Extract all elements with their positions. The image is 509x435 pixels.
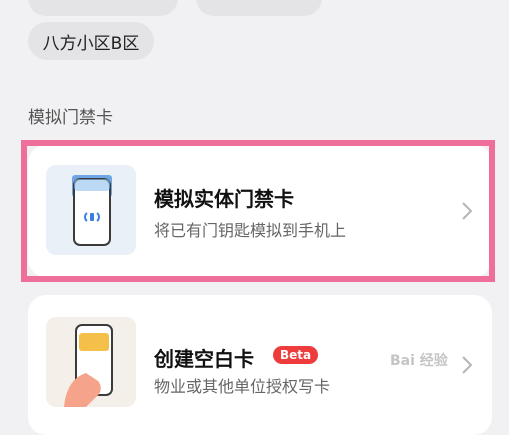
card-title: 模拟实体门禁卡 — [154, 187, 294, 211]
filter-chip[interactable] — [196, 0, 322, 16]
chevron-right-icon — [462, 202, 473, 220]
beta-badge: Beta — [273, 346, 319, 364]
simulate-physical-card-item[interactable]: 模拟实体门禁卡 将已有门钥匙模拟到手机上 — [28, 145, 492, 277]
card-subtitle: 物业或其他单位授权写卡 — [154, 377, 331, 396]
card-subtitle: 将已有门钥匙模拟到手机上 — [154, 221, 347, 240]
card-title: 创建空白卡 — [154, 347, 254, 371]
hand-phone-icon — [46, 317, 136, 407]
section-title: 模拟门禁卡 — [28, 108, 113, 128]
filter-chip[interactable] — [28, 0, 178, 16]
watermark-logo: Bai 经验 — [390, 353, 448, 369]
filter-chip-bafang-b[interactable]: 八方小区B区 — [28, 22, 154, 60]
phone-nfc-icon — [46, 165, 136, 255]
filter-chip-label: 八方小区B区 — [42, 33, 140, 54]
